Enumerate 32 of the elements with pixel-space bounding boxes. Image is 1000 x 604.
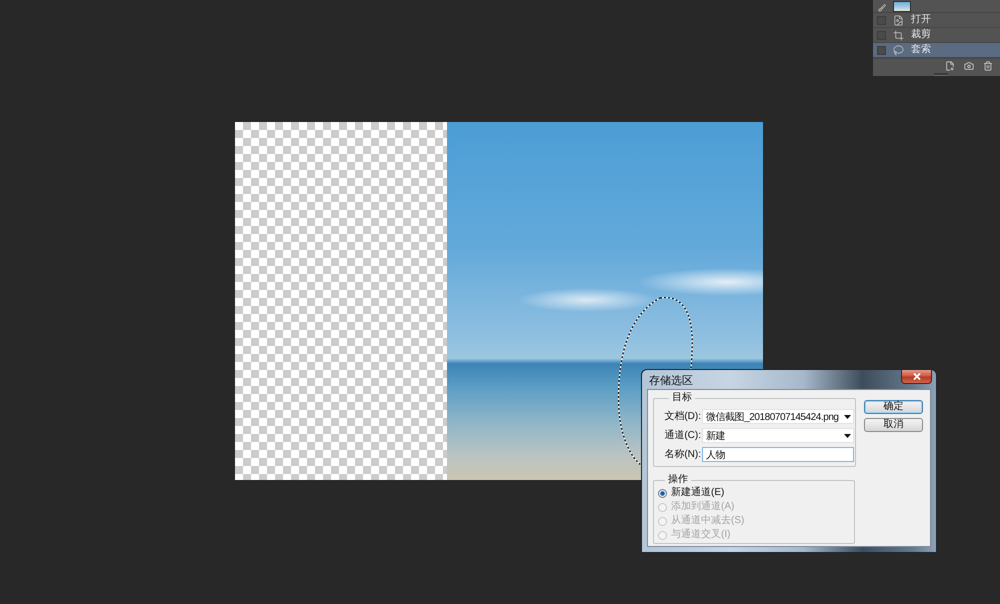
- close-icon: [912, 373, 920, 380]
- snapshot-thumbnail[interactable]: [893, 1, 911, 12]
- dropdown-caret-icon: [844, 434, 851, 438]
- field-label: 通道(C):: [663, 430, 701, 442]
- group-title: 操作: [667, 474, 689, 486]
- group-title: 目标: [671, 392, 693, 404]
- dialog-title: 存储选区: [649, 374, 693, 387]
- field-label: 名称(N):: [663, 448, 701, 460]
- document-icon: [893, 14, 904, 26]
- history-label: 裁剪: [911, 29, 931, 41]
- history-brush-icon[interactable]: [878, 4, 886, 12]
- dropdown-caret-icon: [844, 414, 851, 418]
- dropdown-field[interactable]: 新建: [702, 428, 854, 443]
- radio-option[interactable]: 新建通道(E): [658, 486, 851, 500]
- close-button[interactable]: [901, 370, 932, 384]
- field-label: 文档(D):: [663, 410, 701, 422]
- dialog-button[interactable]: 确定: [864, 400, 923, 414]
- history-label: 套索: [911, 44, 931, 56]
- lasso-icon: [893, 44, 904, 56]
- crop-icon: [893, 30, 904, 40]
- dropdown-field[interactable]: 微信截图_20180707145424.png: [702, 409, 854, 424]
- history-item[interactable]: 打开: [873, 13, 1000, 28]
- new-document-icon[interactable]: [945, 61, 955, 71]
- panel-grip-icon[interactable]: [934, 73, 948, 76]
- input-field[interactable]: 人物: [702, 447, 854, 462]
- radio-icon[interactable]: [658, 488, 667, 498]
- history-source-checkbox[interactable]: [877, 46, 886, 54]
- history-label: 打开: [911, 14, 931, 26]
- camera-icon[interactable]: [964, 61, 974, 71]
- dialog-button[interactable]: 取消: [864, 418, 923, 432]
- history-item[interactable]: 套索: [873, 43, 1000, 58]
- trash-icon[interactable]: [983, 61, 993, 71]
